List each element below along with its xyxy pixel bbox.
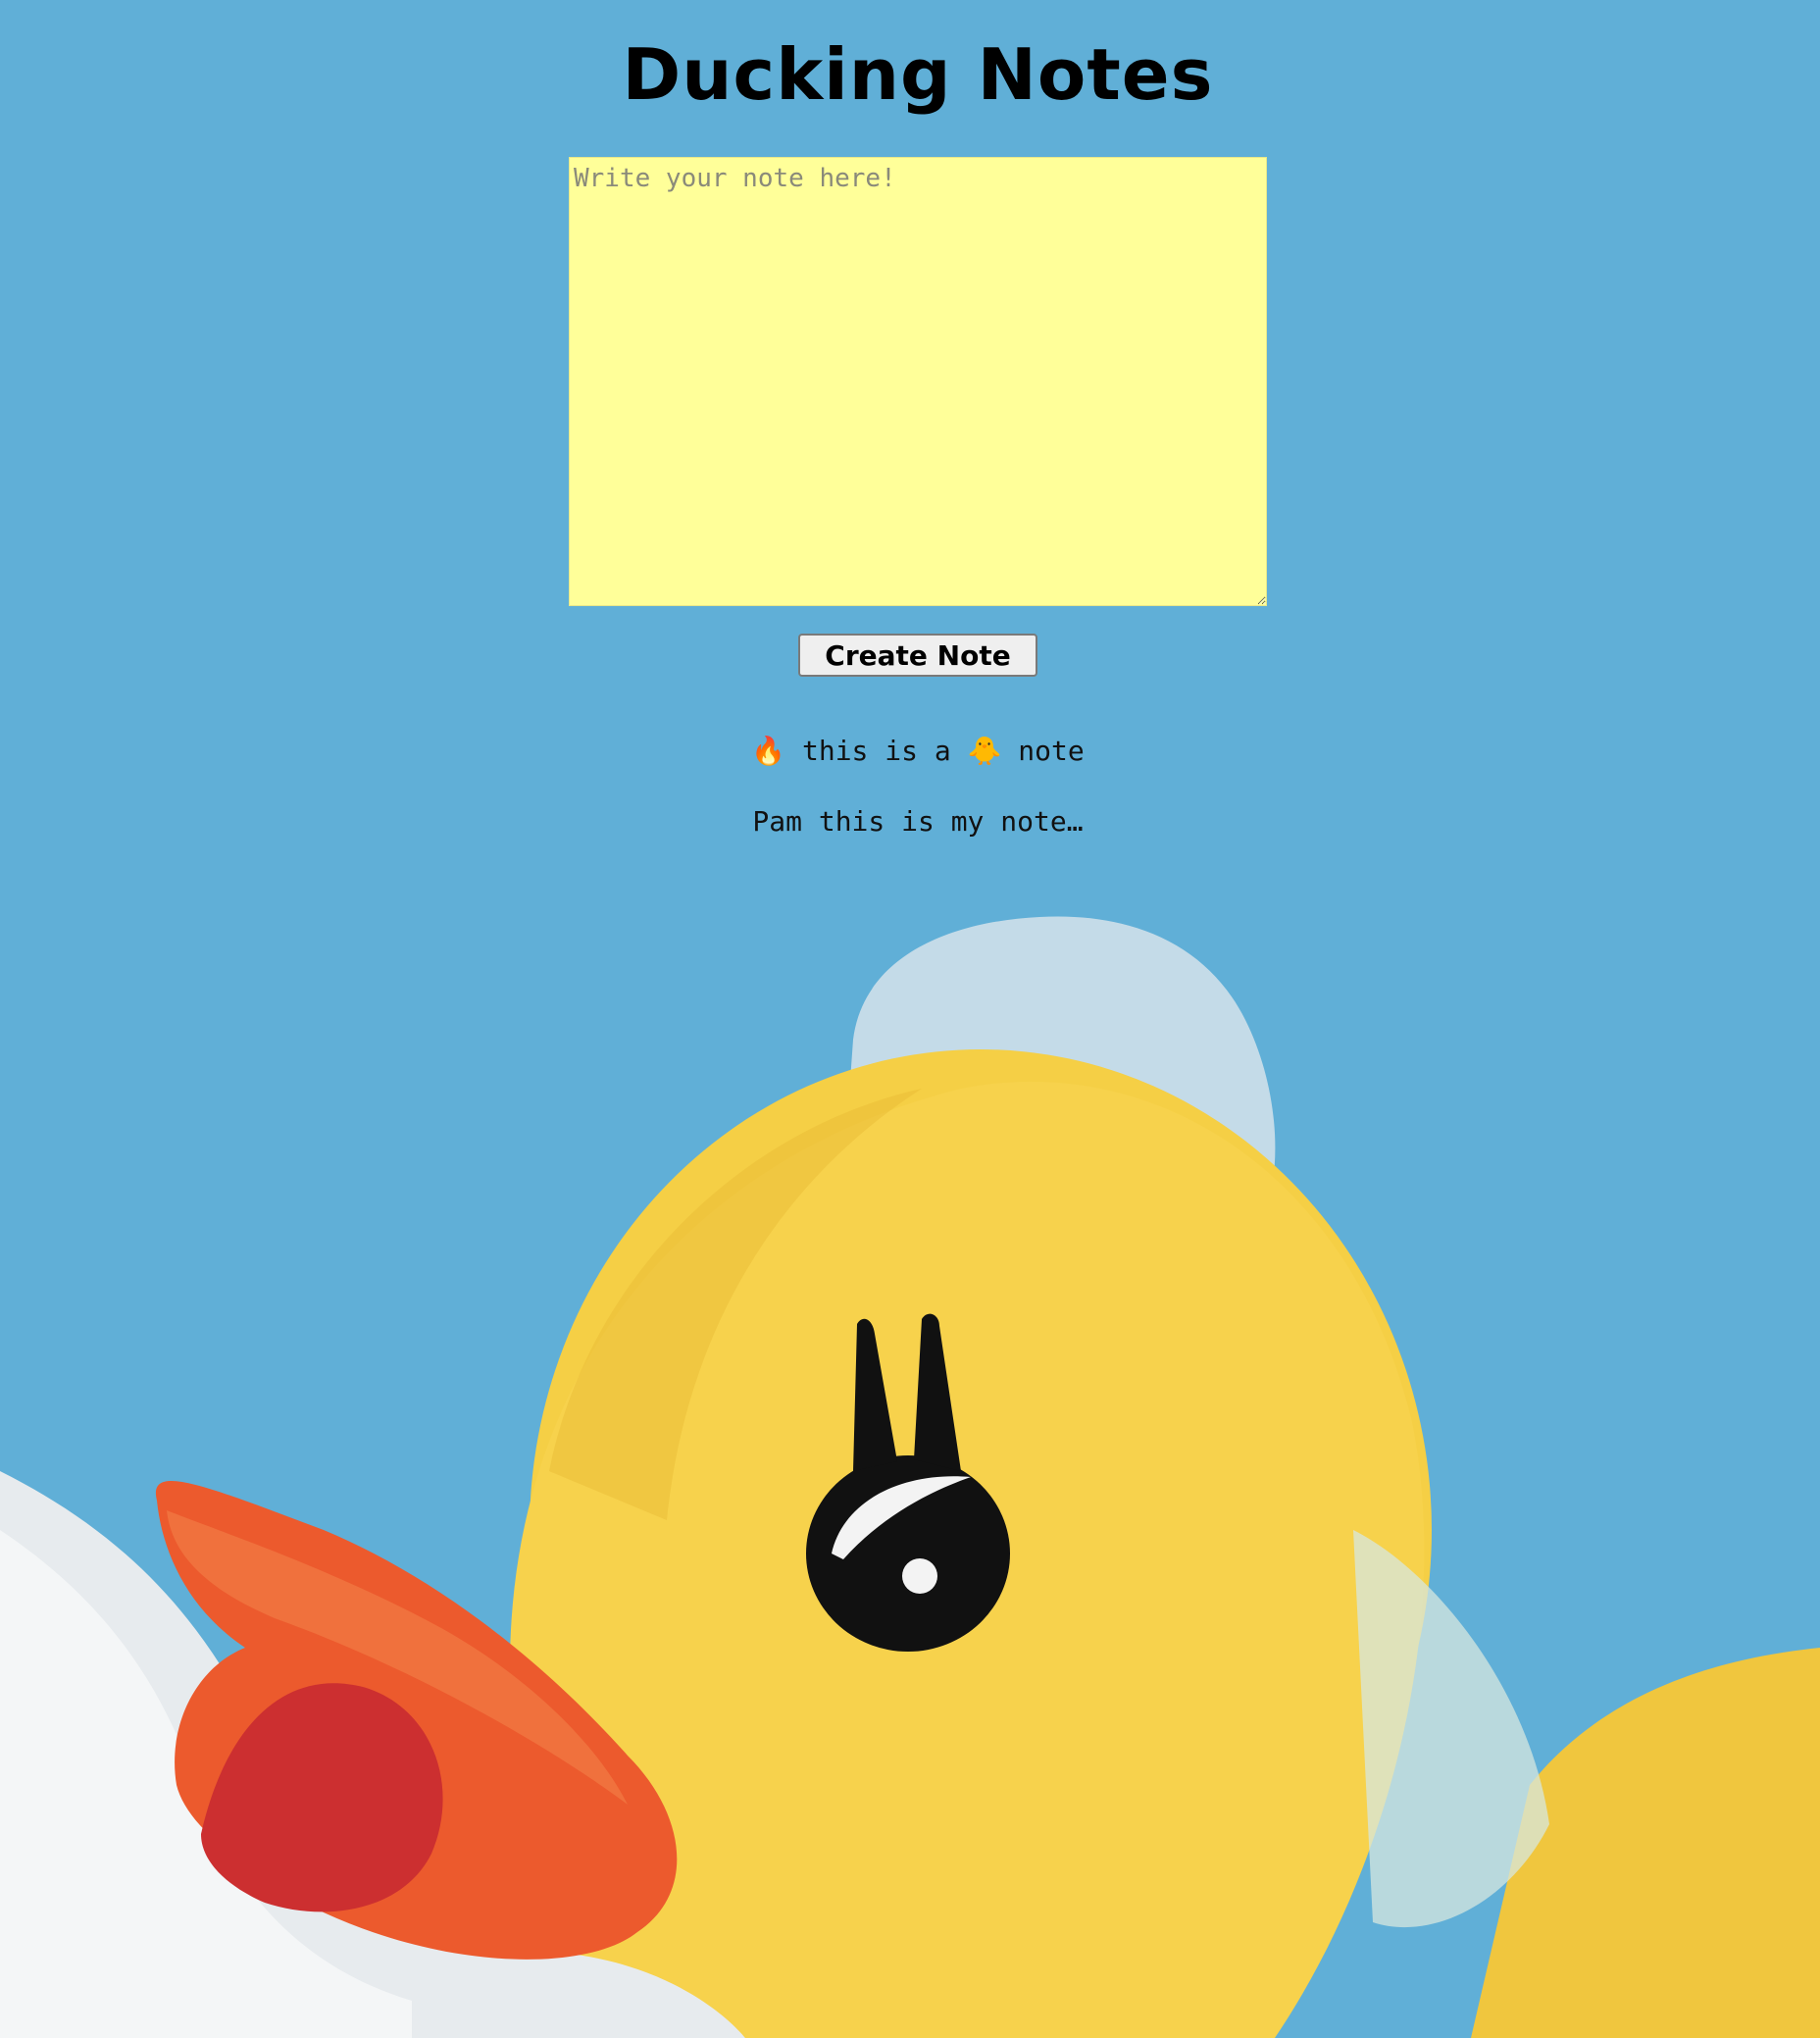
notes-list: 🔥 this is a 🐥 note Pam this is my note…	[751, 734, 1084, 875]
note-textarea[interactable]	[569, 157, 1267, 606]
note-item: 🔥 this is a 🐥 note	[751, 735, 1085, 767]
page-title: Ducking Notes	[622, 33, 1214, 116]
main-content: Ducking Notes Create Note 🔥 this is a 🐥 …	[0, 0, 1820, 875]
create-note-button[interactable]: Create Note	[798, 634, 1037, 677]
note-item: Pam this is my note…	[752, 805, 1084, 838]
